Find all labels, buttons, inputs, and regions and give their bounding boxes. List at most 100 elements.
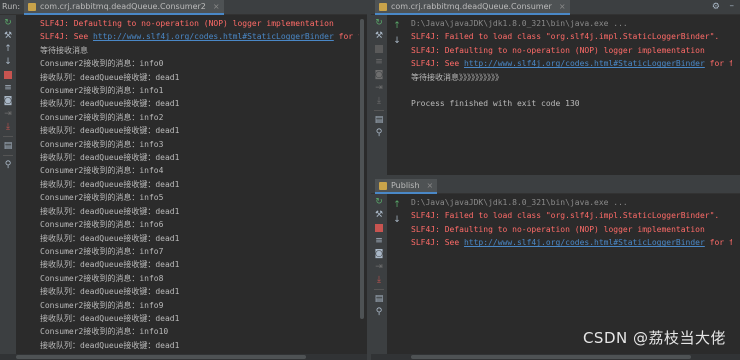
console-line-text: Consumer2接收到的消息：info0 bbox=[40, 59, 164, 69]
scrollbar-thumb[interactable] bbox=[360, 19, 364, 319]
console-line-text: Consumer2接收到的消息：info2 bbox=[40, 112, 164, 122]
tab-consumer[interactable]: com.crj.rabbitmq.deadQueue.Consumer × bbox=[375, 0, 570, 15]
console-line: 等待接收消息 bbox=[40, 44, 359, 57]
layout-icon[interactable]: ▤ bbox=[373, 114, 385, 126]
wrench-icon[interactable]: ⚒ bbox=[2, 30, 14, 42]
console-line-text: D:\Java\javaJDK\jdk1.8.0_321\bin\java.ex… bbox=[411, 19, 628, 28]
console-line: 接收队列：deadQueue接收键：dead1 bbox=[40, 285, 359, 298]
console-line: SLF4J: Defaulting to no-operation (NOP) … bbox=[411, 44, 732, 57]
rerun-icon[interactable]: ↻ bbox=[2, 17, 14, 29]
horizontal-scrollbar-thumb[interactable] bbox=[411, 355, 691, 359]
console-line-text: SLF4J: Failed to load class "org.slf4j.i… bbox=[411, 211, 720, 221]
up-arrow-icon[interactable]: ↑ bbox=[391, 199, 403, 211]
up-arrow-icon[interactable]: ↑ bbox=[2, 43, 14, 55]
exit-icon[interactable]: ⇥ bbox=[373, 261, 385, 273]
soft-wrap-icon[interactable]: ≡ bbox=[373, 56, 385, 68]
pin-icon[interactable]: ⚲ bbox=[373, 306, 385, 318]
console-link[interactable]: http://www.slf4j.org/codes.html#StaticLo… bbox=[93, 32, 334, 41]
console-line-text: Consumer2接收到的消息：info5 bbox=[40, 193, 164, 203]
console-line: SLF4J: Failed to load class "org.slf4j.i… bbox=[411, 209, 732, 222]
console-line-text: 接收队列：deadQueue接收键：dead1 bbox=[40, 206, 180, 216]
left-run-toolbar: ↻ ⚒ ↑ ↓ ≡ ◙ ⇥ ⤓ ▤ ⚲ bbox=[0, 15, 16, 360]
console-line: 接收队列：deadQueue接收键：dead1 bbox=[40, 97, 359, 110]
scroll-to-end-icon[interactable]: ⤓ bbox=[373, 95, 385, 107]
console-line-text: 接收队列：deadQueue接收键：dead1 bbox=[40, 72, 180, 82]
console-line: SLF4J: See http://www.slf4j.org/codes.ht… bbox=[411, 57, 732, 70]
left-vertical-scrollbar[interactable] bbox=[359, 15, 365, 360]
tab-publish[interactable]: Publish × bbox=[375, 179, 438, 194]
close-tab-icon[interactable]: × bbox=[213, 2, 220, 11]
console-line-text: SLF4J: Defaulting to no-operation (NOP) … bbox=[411, 224, 705, 234]
up-arrow-icon[interactable]: ↑ bbox=[391, 20, 403, 32]
console-line-suffix: for fur bbox=[338, 32, 359, 42]
layout-icon[interactable]: ▤ bbox=[373, 293, 385, 305]
console-line-text: 接收队列：deadQueue接收键：dead1 bbox=[40, 287, 180, 297]
wrench-icon[interactable]: ⚒ bbox=[373, 209, 385, 221]
scroll-to-end-icon[interactable]: ⤓ bbox=[2, 121, 14, 133]
console-link[interactable]: http://www.slf4j.org/codes.html#StaticLo… bbox=[464, 59, 705, 68]
camera-icon[interactable]: ◙ bbox=[373, 69, 385, 81]
console-line-text: Consumer2接收到的消息：info3 bbox=[40, 139, 164, 149]
java-class-icon bbox=[379, 2, 387, 11]
console-line: Process finished with exit code 130 bbox=[411, 97, 732, 110]
toolbar-separator bbox=[3, 136, 13, 137]
exit-icon[interactable]: ⇥ bbox=[373, 82, 385, 94]
toolbar-separator bbox=[374, 289, 384, 290]
down-arrow-icon[interactable]: ↓ bbox=[391, 214, 403, 226]
console-line-text: 等待接收消息》》》》》》》》》》 bbox=[411, 72, 503, 82]
console-line-text: Consumer2接收到的消息：info10 bbox=[40, 327, 169, 337]
left-console-output[interactable]: SLF4J: Defaulting to no-operation (NOP) … bbox=[40, 15, 359, 360]
minimize-icon[interactable]: – bbox=[730, 1, 735, 11]
camera-icon[interactable]: ◙ bbox=[373, 248, 385, 260]
console-link[interactable]: http://www.slf4j.org/codes.html#StaticLo… bbox=[464, 238, 705, 247]
tab-title: com.crj.rabbitmq.deadQueue.Consumer2 bbox=[40, 2, 206, 11]
console-line bbox=[411, 84, 732, 97]
console-line-text: 接收队列：deadQueue接收键：dead1 bbox=[40, 260, 180, 270]
console-line-text: SLF4J: See bbox=[411, 238, 464, 248]
scroll-to-end-icon[interactable]: ⤓ bbox=[373, 274, 385, 286]
rerun-icon[interactable]: ↻ bbox=[373, 17, 385, 29]
close-tab-icon[interactable]: × bbox=[427, 181, 434, 190]
tab-consumer2[interactable]: com.crj.rabbitmq.deadQueue.Consumer2 × bbox=[24, 0, 224, 15]
console-line: Consumer2接收到的消息：info2 bbox=[40, 111, 359, 124]
wrench-icon[interactable]: ⚒ bbox=[373, 30, 385, 42]
console-line-text: Process finished with exit code 130 bbox=[411, 99, 580, 109]
right-top-console-output[interactable]: D:\Java\javaJDK\jdk1.8.0_321\bin\java.ex… bbox=[411, 15, 732, 175]
pin-icon[interactable]: ⚲ bbox=[373, 127, 385, 139]
console-line: D:\Java\javaJDK\jdk1.8.0_321\bin\java.ex… bbox=[411, 196, 732, 209]
exit-icon[interactable]: ⇥ bbox=[2, 108, 14, 120]
console-line-suffix: for fur bbox=[709, 238, 732, 248]
console-line: Consumer2接收到的消息：info1 bbox=[40, 84, 359, 97]
left-tab-bar: Run: com.crj.rabbitmq.deadQueue.Consumer… bbox=[0, 0, 367, 15]
console-line: Consumer2接收到的消息：info8 bbox=[40, 272, 359, 285]
console-line: D:\Java\javaJDK\jdk1.8.0_321\bin\java.ex… bbox=[411, 17, 732, 30]
close-tab-icon[interactable]: × bbox=[559, 2, 566, 11]
down-arrow-icon[interactable]: ↓ bbox=[2, 56, 14, 68]
down-arrow-icon[interactable]: ↓ bbox=[391, 35, 403, 47]
camera-icon[interactable]: ◙ bbox=[2, 95, 14, 107]
right-horizontal-scrollbar[interactable] bbox=[371, 354, 740, 360]
stop-icon[interactable] bbox=[373, 222, 385, 234]
left-horizontal-scrollbar[interactable] bbox=[0, 354, 367, 360]
pin-icon[interactable]: ⚲ bbox=[2, 159, 14, 171]
soft-wrap-icon[interactable]: ≡ bbox=[373, 235, 385, 247]
toolbar-separator bbox=[374, 110, 384, 111]
soft-wrap-icon[interactable]: ≡ bbox=[2, 82, 14, 94]
console-line: SLF4J: See http://www.slf4j.org/codes.ht… bbox=[40, 30, 359, 43]
horizontal-scrollbar-thumb[interactable] bbox=[16, 355, 306, 359]
console-line: Consumer2接收到的消息：info5 bbox=[40, 191, 359, 204]
right-top-run-toolbar: ↻ ⚒ ≡ ◙ ⇥ ⤓ ▤ ⚲ bbox=[371, 15, 387, 175]
console-line: Consumer2接收到的消息：info0 bbox=[40, 57, 359, 70]
stop-icon[interactable] bbox=[373, 43, 385, 55]
settings-gear-icon[interactable]: ⚙ bbox=[712, 2, 720, 12]
right-bottom-tab-bar: Publish × bbox=[371, 179, 740, 194]
java-class-icon bbox=[28, 2, 36, 11]
console-line: 等待接收消息》》》》》》》》》》 bbox=[411, 71, 732, 84]
console-line: 接收队列：deadQueue接收键：dead1 bbox=[40, 178, 359, 191]
stop-icon[interactable] bbox=[2, 69, 14, 81]
console-line-text: Consumer2接收到的消息：info7 bbox=[40, 246, 164, 256]
toolbar-separator bbox=[3, 155, 13, 156]
rerun-icon[interactable]: ↻ bbox=[373, 196, 385, 208]
console-line-text bbox=[411, 86, 416, 95]
layout-icon[interactable]: ▤ bbox=[2, 140, 14, 152]
